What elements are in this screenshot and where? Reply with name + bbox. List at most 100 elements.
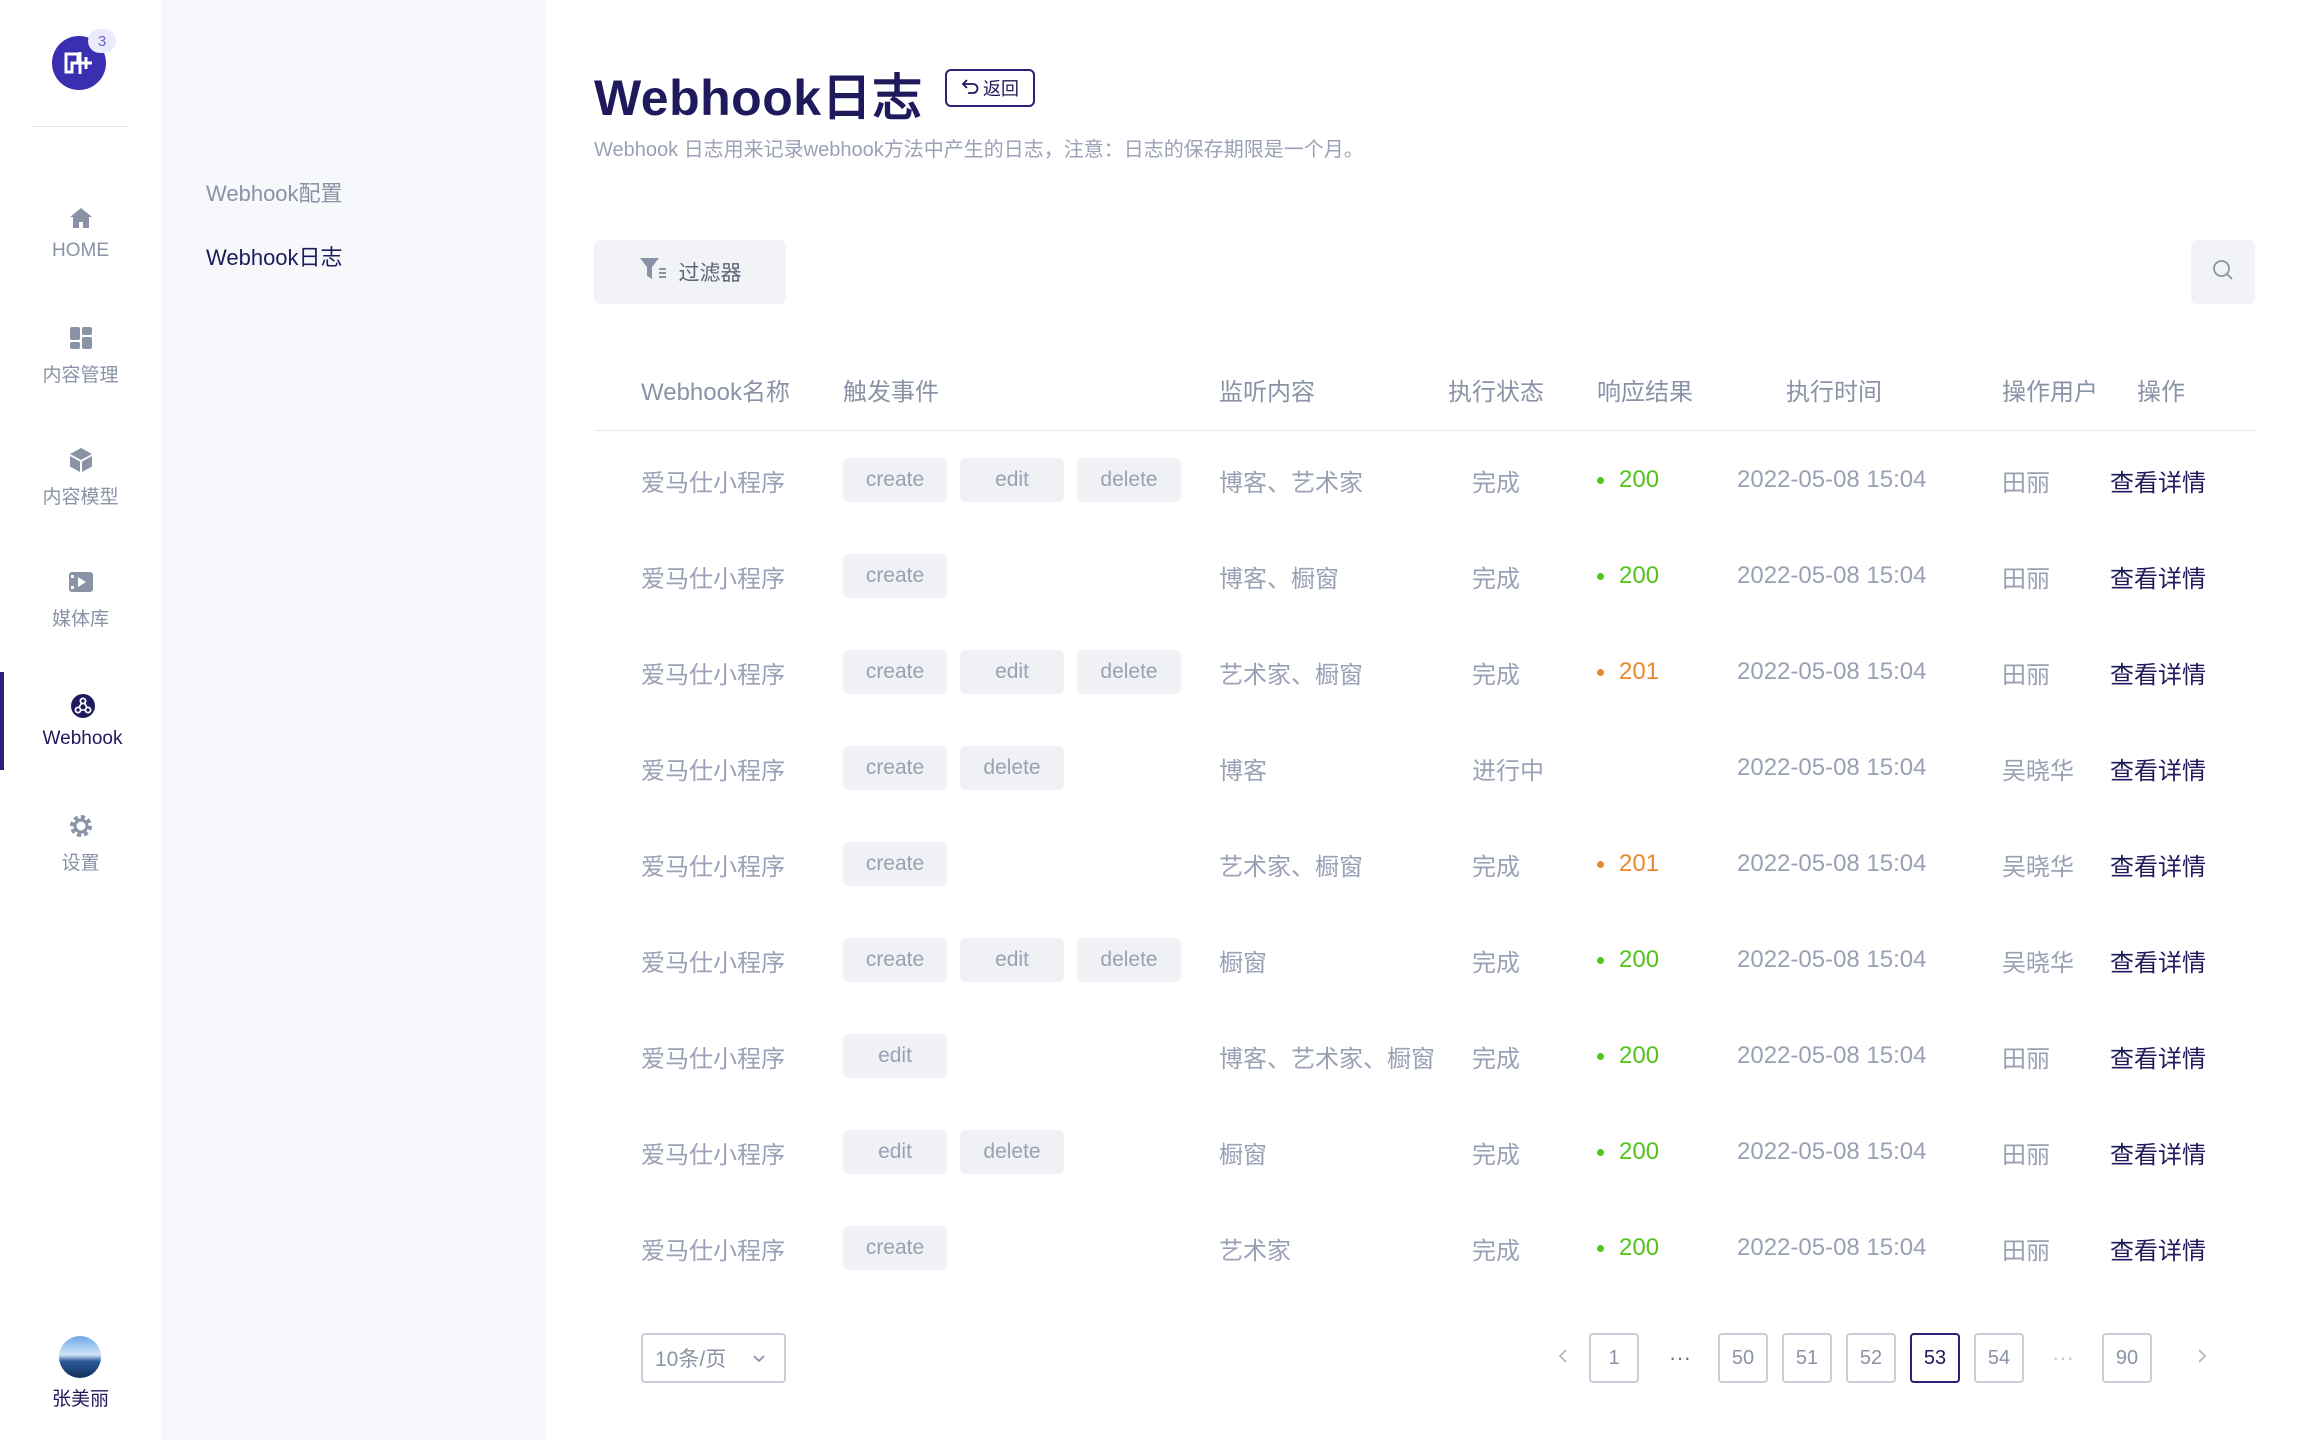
event-tag: delete xyxy=(1077,458,1181,502)
cell-exec-time: 2022-05-08 15:04 xyxy=(1737,466,1927,493)
view-details-link[interactable]: 查看详情 xyxy=(2110,432,2206,528)
pagination-page[interactable]: 51 xyxy=(1782,1333,1832,1383)
cell-listen-content: 博客、橱窗 xyxy=(1219,565,1339,593)
cell-exec-status: 进行中 xyxy=(1472,757,1544,785)
cell-listen-content: 橱窗 xyxy=(1219,1141,1267,1169)
cell-trigger-events: edit xyxy=(843,1008,960,1104)
view-details-link[interactable]: 查看详情 xyxy=(2110,912,2206,1008)
event-tag: edit xyxy=(960,650,1064,694)
subnav-item-webhook-config[interactable]: Webhook配置 xyxy=(206,176,343,208)
response-code: 200 xyxy=(1619,562,1660,589)
table-row: 爱马仕小程序 create 艺术家、橱窗 完成 201 2022-05-08 15:04 吴… xyxy=(0,816,2304,912)
pagination-page[interactable]: 54 xyxy=(1974,1333,2024,1383)
cell-webhook-name: 爱马仕小程序 xyxy=(641,1045,785,1073)
table-row: 爱马仕小程序 create 博客、橱窗 完成 200 2022-05-08 15:04 田丽… xyxy=(0,528,2304,624)
view-details-link[interactable]: 查看详情 xyxy=(2110,1200,2206,1296)
pagination-page[interactable]: 52 xyxy=(1846,1333,1896,1383)
rail-item-home[interactable]: HOME xyxy=(0,184,161,282)
cell-exec-time: 2022-05-08 15:04 xyxy=(1737,658,1927,685)
view-details-link[interactable]: 查看详情 xyxy=(2110,1008,2206,1104)
event-tag: edit xyxy=(843,1034,947,1078)
cell-operator: 田丽 xyxy=(2002,565,2050,593)
cell-operator: 田丽 xyxy=(2002,1141,2050,1169)
event-tag: create xyxy=(843,650,947,694)
cell-webhook-name: 爱马仕小程序 xyxy=(641,853,785,881)
avatar[interactable] xyxy=(59,1336,101,1378)
cell-webhook-name: 爱马仕小程序 xyxy=(641,757,785,785)
column-header-exec-time: 执行时间 xyxy=(1786,379,1882,406)
column-header-trigger-events: 触发事件 xyxy=(843,379,939,406)
event-tag: create xyxy=(843,746,947,790)
cell-webhook-name: 爱马仕小程序 xyxy=(641,469,785,497)
cell-listen-content: 博客、艺术家、橱窗 xyxy=(1219,1045,1435,1073)
event-tag: edit xyxy=(843,1130,947,1174)
cell-response-result: 200 xyxy=(1597,1008,1659,1104)
cell-trigger-events: create xyxy=(843,528,960,624)
status-dot-icon xyxy=(1597,956,1604,964)
cell-listen-content: 博客、艺术家 xyxy=(1219,469,1363,497)
previous-page-button[interactable] xyxy=(1548,1333,1578,1383)
search-button[interactable] xyxy=(2191,240,2255,304)
filter-icon xyxy=(639,256,667,288)
view-details-link[interactable]: 查看详情 xyxy=(2110,816,2206,912)
rail-item-label: HOME xyxy=(52,240,109,261)
event-tag: create xyxy=(843,458,947,502)
cell-response-result: 200 xyxy=(1597,912,1659,1008)
chevron-left-icon xyxy=(1558,1348,1568,1369)
filter-button[interactable]: 过滤器 xyxy=(594,240,786,304)
search-icon xyxy=(2211,258,2235,287)
table-row: 爱马仕小程序 edit 博客、艺术家、橱窗 完成 200 2022-05-08 15:04… xyxy=(0,1008,2304,1104)
filter-button-label: 过滤器 xyxy=(678,262,742,285)
cell-operator: 田丽 xyxy=(2002,1045,2050,1073)
chevron-down-icon xyxy=(752,1346,766,1370)
page-size-value: 10条/页 xyxy=(655,1348,727,1371)
response-code: 200 xyxy=(1619,1138,1660,1165)
home-icon xyxy=(67,204,95,232)
back-button[interactable]: 返回 xyxy=(945,69,1035,107)
table-row: 爱马仕小程序 create 艺术家 完成 200 2022-05-08 15:04 田丽 查看… xyxy=(0,1200,2304,1296)
chevron-right-icon xyxy=(2197,1348,2207,1369)
cell-operator: 吴晓华 xyxy=(2002,853,2074,881)
pagination-page[interactable]: 1 xyxy=(1589,1333,1639,1383)
cell-operator: 吴晓华 xyxy=(2002,757,2074,785)
column-header-operator: 操作用户 xyxy=(2002,379,2098,406)
subnav-item-webhook-log[interactable]: Webhook日志 xyxy=(206,240,343,272)
view-details-link[interactable]: 查看详情 xyxy=(2110,720,2206,816)
pagination-ellipsis[interactable]: ··· xyxy=(1655,1333,1705,1383)
cell-operator: 吴晓华 xyxy=(2002,949,2074,977)
page-subtitle: Webhook 日志用来记录webhook方法中产生的日志，注意：日志的保存期限… xyxy=(594,139,1364,161)
column-header-webhook-name: Webhook名称 xyxy=(641,379,790,406)
column-header-response-result: 响应结果 xyxy=(1597,379,1693,406)
response-code: 201 xyxy=(1619,850,1660,877)
response-code: 200 xyxy=(1619,1234,1660,1261)
next-page-button[interactable] xyxy=(2187,1333,2217,1383)
user-name: 张美丽 xyxy=(51,1389,109,1410)
event-tag: edit xyxy=(960,938,1064,982)
event-tag: create xyxy=(843,554,947,598)
cell-exec-status: 完成 xyxy=(1472,1141,1520,1169)
page-title: Webhook日志 xyxy=(594,70,923,126)
cell-webhook-name: 爱马仕小程序 xyxy=(641,565,785,593)
pagination-ellipsis[interactable]: ··· xyxy=(2038,1333,2088,1383)
cell-webhook-name: 爱马仕小程序 xyxy=(641,1237,785,1265)
cell-exec-status: 完成 xyxy=(1472,469,1520,497)
column-header-listen-content: 监听内容 xyxy=(1219,379,1315,406)
table-row: 爱马仕小程序 edit delete 橱窗 完成 200 2022-05-08 15:04 田… xyxy=(0,1104,2304,1200)
pagination-page-current[interactable]: 53 xyxy=(1910,1333,1960,1383)
view-details-link[interactable]: 查看详情 xyxy=(2110,528,2206,624)
cell-listen-content: 艺术家、橱窗 xyxy=(1219,661,1363,689)
view-details-link[interactable]: 查看详情 xyxy=(2110,624,2206,720)
page-size-select[interactable]: 10条/页 xyxy=(641,1333,786,1383)
cell-exec-time: 2022-05-08 15:04 xyxy=(1737,562,1927,589)
cell-exec-time: 2022-05-08 15:04 xyxy=(1737,850,1927,877)
column-header-exec-status: 执行状态 xyxy=(1448,379,1544,406)
view-details-link[interactable]: 查看详情 xyxy=(2110,1104,2206,1200)
column-header-actions: 操作 xyxy=(2137,379,2185,406)
rail-item-content-management[interactable]: 内容管理 xyxy=(0,306,161,404)
pagination-page[interactable]: 90 xyxy=(2102,1333,2152,1383)
status-dot-icon xyxy=(1597,1148,1604,1156)
table-row: 爱马仕小程序 create edit delete 艺术家、橱窗 完成 201 2022-05… xyxy=(0,624,2304,720)
pagination-page[interactable]: 50 xyxy=(1718,1333,1768,1383)
event-tag: delete xyxy=(1077,650,1181,694)
status-dot-icon xyxy=(1597,668,1604,676)
